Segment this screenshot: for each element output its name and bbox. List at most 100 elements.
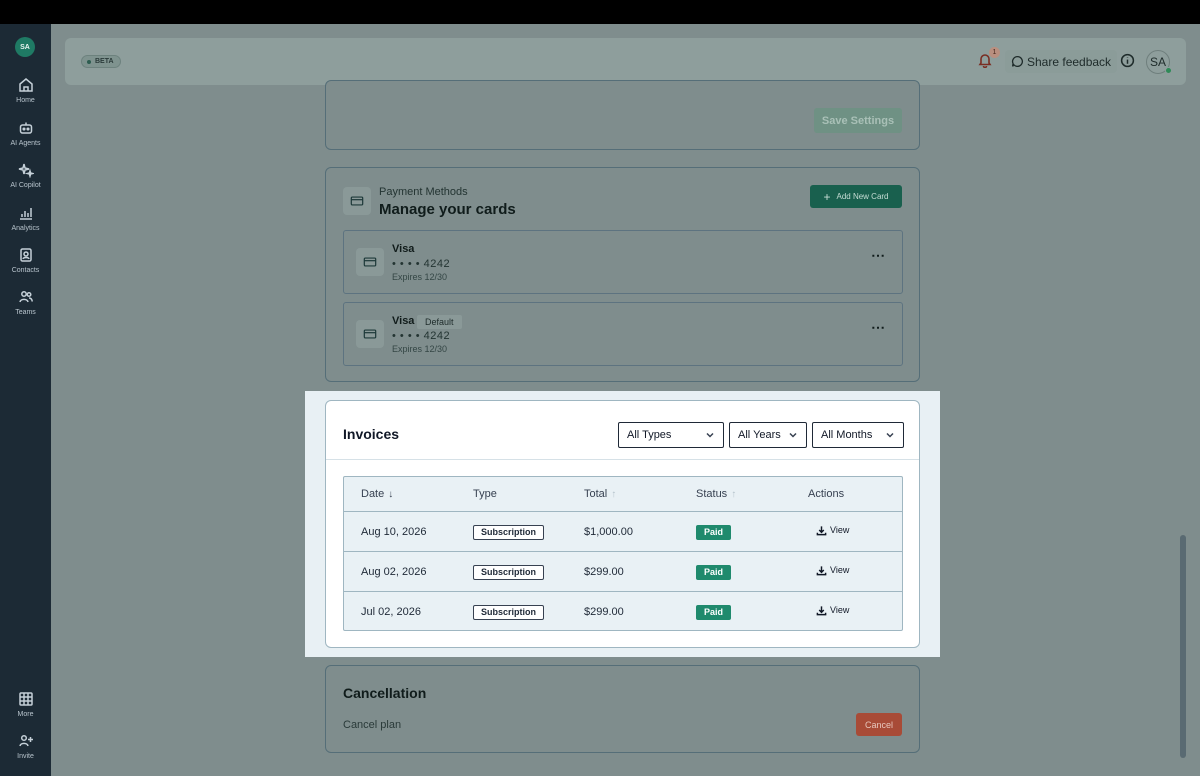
- invoice-type-badge: Subscription: [473, 524, 545, 540]
- sidebar-item-label: AI Agents: [10, 140, 41, 147]
- card-brand: Visa: [392, 315, 415, 327]
- card-expiry: Expires 12/30: [392, 272, 448, 282]
- view-invoice-button[interactable]: View: [816, 565, 849, 576]
- cancellation-card: Cancellation Cancel plan Cancel: [325, 665, 920, 753]
- sort-icon: ↑: [731, 488, 737, 500]
- cancel-plan-text: Cancel plan: [343, 719, 402, 731]
- sidebar-item-label: More: [17, 711, 34, 718]
- invoice-total: $299.00: [584, 566, 624, 578]
- credit-card-icon-container: [356, 320, 384, 348]
- column-header-total[interactable]: Total ↑: [584, 477, 616, 511]
- card-brand: Visa: [392, 243, 415, 255]
- notification-count-badge: 1: [989, 47, 1000, 58]
- credit-card-icon: [363, 257, 377, 267]
- invoice-status-cell: Paid: [696, 592, 732, 630]
- payment-card-row: Visa Default • • • • 4242 Expires 12/30 …: [343, 302, 903, 366]
- card-menu-icon[interactable]: ⋯: [871, 319, 886, 336]
- chevron-down-icon: [705, 430, 715, 440]
- invoice-date: Aug 10, 2026: [361, 526, 427, 538]
- sidebar-item-label: Analytics: [11, 225, 40, 232]
- sidebar-item-ai-agents[interactable]: AI Agents: [0, 120, 51, 160]
- invoice-status-cell: Paid: [696, 512, 732, 552]
- invoice-total: $299.00: [584, 606, 624, 618]
- invoice-type-cell: Subscription: [473, 592, 545, 630]
- invoices-title: Invoices: [343, 426, 400, 442]
- info-button[interactable]: [1120, 53, 1136, 69]
- view-label: View: [830, 525, 850, 535]
- column-header-status[interactable]: Status ↑: [696, 477, 736, 511]
- sidebar-item-analytics[interactable]: Analytics: [0, 205, 51, 245]
- sidebar-item-contacts[interactable]: Contacts: [0, 247, 51, 287]
- card-menu-icon[interactable]: ⋯: [871, 247, 886, 264]
- view-label: View: [830, 565, 850, 575]
- default-card-badge: Default: [417, 315, 462, 329]
- column-header-actions: Actions: [808, 477, 844, 511]
- view-label: View: [830, 605, 850, 615]
- info-icon: [1120, 53, 1135, 68]
- credit-card-icon: [363, 329, 377, 339]
- chevron-down-icon: [885, 430, 895, 440]
- sort-desc-icon: ↓: [388, 488, 394, 500]
- invoice-type-badge: Subscription: [473, 564, 545, 580]
- cancel-plan-button[interactable]: Cancel: [856, 713, 902, 736]
- beta-badge: BETA: [81, 55, 121, 68]
- sidebar-item-invite[interactable]: Invite: [0, 733, 51, 773]
- invoice-date: Aug 02, 2026: [361, 566, 427, 578]
- status-badge: Paid: [696, 524, 732, 540]
- credit-card-icon-container: [343, 187, 371, 215]
- sidebar-item-label: AI Copilot: [10, 182, 41, 189]
- sidebar-item-label: Contacts: [11, 267, 40, 274]
- month-filter-select[interactable]: All Months: [812, 422, 904, 448]
- robot-icon: [19, 122, 32, 134]
- workspace-avatar[interactable]: SA: [15, 37, 35, 57]
- contacts-icon: [19, 248, 32, 262]
- invoice-total: $1,000.00: [584, 526, 633, 538]
- table-row: Jul 02, 2026 Subscription $299.00 Paid V…: [344, 591, 902, 630]
- sidebar-item-teams[interactable]: Teams: [0, 289, 51, 329]
- payment-methods-card: Payment Methods Manage your cards + Add …: [325, 167, 920, 382]
- card-masked-number: • • • • 4242: [392, 258, 451, 270]
- users-icon: [18, 291, 33, 303]
- column-header-label: Type: [473, 488, 497, 500]
- download-icon: [816, 605, 827, 615]
- view-invoice-button[interactable]: View: [816, 605, 849, 616]
- column-header-label: Total: [584, 488, 608, 500]
- credit-card-icon: [350, 196, 364, 206]
- status-badge: Paid: [696, 564, 732, 580]
- invoice-type-cell: Subscription: [473, 512, 545, 552]
- invoices-divider: [326, 459, 919, 460]
- year-filter-value: All Years: [738, 429, 781, 441]
- sidebar-item-label: Invite: [17, 753, 34, 760]
- sidebar-item-more[interactable]: More: [0, 691, 51, 731]
- add-new-card-button[interactable]: + Add New Card: [810, 185, 902, 208]
- view-invoice-button[interactable]: View: [816, 525, 849, 536]
- invoice-date: Jul 02, 2026: [361, 606, 421, 618]
- user-plus-icon: [18, 734, 33, 747]
- grid-icon: [18, 692, 33, 706]
- cancellation-title: Cancellation: [343, 685, 427, 701]
- invoice-status-cell: Paid: [696, 552, 732, 592]
- column-header-date[interactable]: Date ↓: [361, 477, 393, 511]
- table-row: Aug 10, 2026 Subscription $1,000.00 Paid…: [344, 511, 902, 552]
- year-filter-select[interactable]: All Years: [729, 422, 807, 448]
- type-filter-select[interactable]: All Types: [618, 422, 724, 448]
- invoices-card: Invoices All Types All Years All Months …: [325, 400, 920, 648]
- chart-icon: [19, 208, 32, 220]
- add-new-card-label: Add New Card: [836, 192, 889, 201]
- download-icon: [816, 565, 827, 575]
- settings-card: Save Settings: [325, 80, 920, 150]
- payment-methods-subtitle: Payment Methods: [379, 186, 468, 198]
- save-settings-button[interactable]: Save Settings: [814, 108, 902, 133]
- sort-icon: ↑: [611, 488, 617, 500]
- month-filter-value: All Months: [821, 429, 873, 441]
- sidebar-item-label: Teams: [15, 309, 36, 316]
- share-feedback-button[interactable]: Share feedback: [1005, 50, 1118, 73]
- type-filter-value: All Types: [627, 429, 672, 441]
- page-scrollbar[interactable]: [1180, 535, 1186, 758]
- plus-icon: +: [823, 189, 831, 204]
- status-badge: Paid: [696, 604, 732, 620]
- card-masked-number: • • • • 4242: [392, 330, 451, 342]
- sidebar-item-home[interactable]: Home: [0, 77, 51, 117]
- chat-bubble-icon: [1011, 55, 1023, 67]
- sidebar-item-ai-copilot[interactable]: AI Copilot: [0, 162, 51, 202]
